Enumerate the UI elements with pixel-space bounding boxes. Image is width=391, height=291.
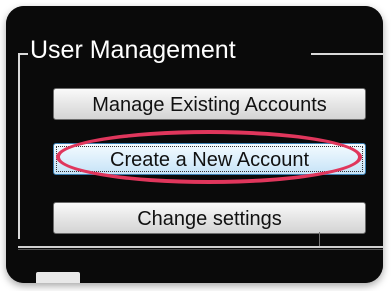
group-box-border-left bbox=[18, 53, 20, 239]
bottom-divider bbox=[18, 246, 383, 248]
bottom-divider-shadow bbox=[18, 249, 383, 250]
group-box-title: User Management bbox=[30, 36, 236, 64]
change-settings-button[interactable]: Change settings bbox=[53, 202, 366, 234]
create-new-account-label: Create a New Account bbox=[110, 149, 309, 171]
divider-tick bbox=[319, 232, 320, 246]
cut-off-text-fragment bbox=[36, 272, 80, 283]
manage-existing-accounts-button[interactable]: Manage Existing Accounts bbox=[53, 88, 366, 120]
screenshot-frame: User Management Manage Existing Accounts… bbox=[6, 6, 383, 283]
create-new-account-button[interactable]: Create a New Account bbox=[53, 143, 366, 175]
user-management-panel: User Management Manage Existing Accounts… bbox=[6, 6, 383, 283]
group-box-border-top-right bbox=[311, 53, 383, 55]
